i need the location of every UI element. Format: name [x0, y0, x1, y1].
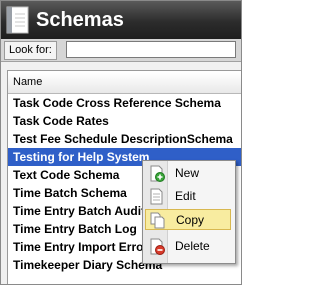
- edit-document-icon: [150, 188, 163, 205]
- new-document-icon: [150, 165, 165, 182]
- menu-item-new[interactable]: New: [145, 163, 231, 184]
- list-item[interactable]: Task Code Cross Reference Schema: [8, 94, 241, 112]
- look-for-label: Look for:: [4, 41, 57, 60]
- context-menu: New Edit Copy Delete: [142, 160, 236, 264]
- list-item[interactable]: Test Fee Schedule DescriptionSchema: [8, 130, 241, 148]
- separator: [1, 62, 241, 70]
- menu-item-delete[interactable]: Delete: [145, 236, 231, 257]
- list-item[interactable]: Task Code Rates: [8, 112, 241, 130]
- menu-item-edit[interactable]: Edit: [145, 186, 231, 207]
- schema-document-icon: [6, 6, 29, 34]
- menu-item-copy[interactable]: Copy: [145, 209, 231, 230]
- menu-item-label: Copy: [176, 213, 205, 227]
- look-for-bar: Look for:: [1, 39, 241, 62]
- window-title: Schemas: [36, 9, 124, 31]
- copy-document-icon: [150, 212, 165, 229]
- title-bar: Schemas: [1, 1, 241, 39]
- schemas-panel: Schemas Look for: Name Task Code Cross R…: [0, 0, 242, 285]
- menu-item-label: Edit: [175, 189, 196, 203]
- delete-document-icon: [150, 238, 165, 255]
- menu-item-label: New: [175, 166, 200, 180]
- column-header-label: Name: [13, 76, 43, 88]
- column-header-name[interactable]: Name: [8, 73, 241, 94]
- menu-item-label: Delete: [175, 239, 210, 253]
- look-for-input[interactable]: [66, 41, 236, 58]
